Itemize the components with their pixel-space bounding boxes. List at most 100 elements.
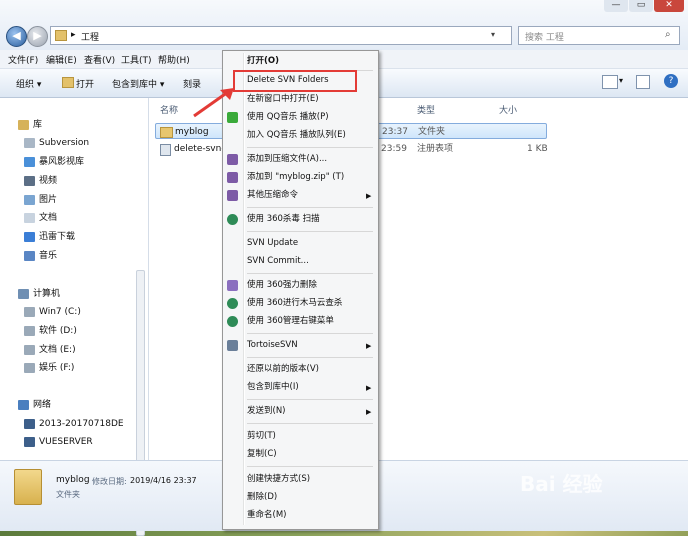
nav-item-storm[interactable]: 暴风影视库	[24, 155, 84, 169]
menu-svn-commit[interactable]: SVN Commit...	[247, 254, 309, 269]
view-options-icon[interactable]	[602, 75, 618, 89]
menu-view[interactable]: 查看(V)	[84, 53, 115, 66]
nav-item-music[interactable]: 音乐	[24, 249, 57, 263]
menu-include-library[interactable]: 包含到库中(I)	[247, 380, 299, 395]
360-shred-icon	[227, 280, 238, 291]
minimize-button[interactable]: —	[604, 0, 628, 12]
context-menu: 打开(O) Delete SVN Folders 在新窗口中打开(E) 使用 Q…	[222, 50, 379, 530]
submenu-arrow-icon: ▶	[366, 192, 372, 200]
menu-file[interactable]: 文件(F)	[8, 53, 38, 66]
nav-item-subversion[interactable]: Subversion	[24, 136, 89, 150]
preview-pane-icon[interactable]	[636, 75, 650, 89]
tortoise-svn-icon	[227, 340, 238, 351]
menu-tools[interactable]: 工具(T)	[121, 53, 152, 66]
menu-copy[interactable]: 复制(C)	[247, 447, 277, 462]
nav-drive-f[interactable]: 娱乐 (F:)	[24, 361, 74, 375]
view-dropdown-icon[interactable]: ▾	[619, 76, 623, 85]
search-icon: ⌕	[665, 29, 671, 40]
archive-icon	[227, 154, 238, 165]
folder-icon	[55, 30, 67, 41]
maximize-button[interactable]: ▭	[629, 0, 653, 12]
menu-open[interactable]: 打开(O)	[247, 54, 279, 69]
nav-drive-d[interactable]: 软件 (D:)	[24, 324, 77, 338]
menu-separator	[247, 147, 373, 148]
menu-edit[interactable]: 编辑(E)	[46, 53, 77, 66]
menu-other-compress[interactable]: 其他压缩命令	[247, 188, 298, 203]
menu-qq-queue[interactable]: 加入 QQ音乐 播放队列(E)	[247, 128, 346, 143]
file-time: 23:59	[381, 144, 407, 154]
details-name: myblog	[56, 475, 90, 485]
menu-rename[interactable]: 重命名(M)	[247, 508, 286, 523]
menu-360-scan[interactable]: 使用 360杀毒 扫描	[247, 212, 320, 227]
submenu-arrow-icon: ▶	[366, 384, 372, 392]
drive-icon	[24, 344, 35, 355]
file-time: 23:37	[382, 127, 408, 137]
library-icon	[18, 119, 29, 130]
nav-item-thunder[interactable]: 迅雷下载	[24, 230, 75, 244]
nav-item-video[interactable]: 视频	[24, 174, 57, 188]
pictures-icon	[24, 194, 35, 205]
menu-svn-update[interactable]: SVN Update	[247, 236, 298, 251]
menu-360-trojan-scan[interactable]: 使用 360进行木马云查杀	[247, 296, 342, 311]
menu-qq-play[interactable]: 使用 QQ音乐 播放(P)	[247, 110, 329, 125]
registry-file-icon	[160, 144, 171, 156]
360-manage-icon	[227, 316, 238, 327]
nav-network-host-2[interactable]: VUESERVER	[24, 435, 93, 449]
menu-separator	[247, 207, 373, 208]
address-path[interactable]: 工程	[81, 30, 99, 43]
menu-360-manage[interactable]: 使用 360管理右键菜单	[247, 314, 334, 329]
menu-delete[interactable]: 删除(D)	[247, 490, 277, 505]
address-arrow[interactable]: ▸	[71, 30, 76, 40]
menu-separator	[247, 423, 373, 424]
column-type[interactable]: 类型	[417, 103, 435, 116]
include-library-button[interactable]: 包含到库中 ▾	[112, 77, 164, 90]
menu-separator	[247, 466, 373, 467]
nav-item-pictures[interactable]: 图片	[24, 193, 57, 207]
column-name[interactable]: 名称	[160, 103, 178, 116]
forward-button[interactable]: ▶	[27, 26, 48, 47]
details-modified: 2019/4/16 23:37	[130, 476, 197, 485]
menu-open-new-window[interactable]: 在新窗口中打开(E)	[247, 92, 319, 107]
menu-add-zip[interactable]: 添加到 "myblog.zip" (T)	[247, 170, 344, 185]
nav-drive-e[interactable]: 文档 (E:)	[24, 343, 76, 357]
file-size: 1 KB	[527, 144, 548, 154]
computer-icon	[24, 436, 35, 447]
open-button[interactable]: 打开	[76, 77, 94, 90]
help-icon[interactable]: ?	[664, 74, 678, 88]
menu-cut[interactable]: 剪切(T)	[247, 429, 276, 444]
nav-network[interactable]: 网络	[18, 398, 51, 412]
menu-tortoise-svn[interactable]: TortoiseSVN	[247, 338, 298, 353]
archive-icon	[227, 172, 238, 183]
search-field[interactable]: 搜索 工程 ⌕	[518, 26, 680, 45]
video-library-icon	[24, 156, 35, 167]
close-button[interactable]: ✕	[654, 0, 684, 12]
network-icon	[18, 399, 29, 410]
nav-item-documents[interactable]: 文档	[24, 211, 57, 225]
folder-icon	[160, 127, 173, 138]
nav-drive-c[interactable]: Win7 (C:)	[24, 305, 81, 319]
music-icon	[24, 250, 35, 261]
nav-computer[interactable]: 计算机	[18, 287, 60, 301]
computer-icon	[24, 418, 35, 429]
details-type: 文件夹	[56, 490, 80, 499]
menu-send-to[interactable]: 发送到(N)	[247, 404, 286, 419]
back-button[interactable]: ◀	[6, 26, 27, 47]
file-type: 文件夹	[418, 127, 446, 137]
download-icon	[24, 231, 35, 242]
nav-library[interactable]: 库	[18, 118, 42, 132]
submenu-arrow-icon: ▶	[366, 342, 372, 350]
nav-network-host-1[interactable]: 2013-20170718DE	[24, 417, 124, 431]
navigation-pane: 库 Subversion 暴风影视库 视频 图片 文档 迅雷下载 音乐 计算机 …	[0, 98, 149, 536]
organize-button[interactable]: 组织 ▾	[16, 77, 41, 90]
annotation-arrow-icon	[193, 88, 234, 118]
menu-gutter	[243, 53, 245, 525]
menu-help[interactable]: 帮助(H)	[158, 53, 190, 66]
menu-restore-versions[interactable]: 还原以前的版本(V)	[247, 362, 319, 377]
column-size[interactable]: 大小	[499, 103, 517, 116]
address-field[interactable]: ▸ 工程 ▾	[50, 26, 512, 45]
menu-separator	[247, 357, 373, 358]
dropdown-icon[interactable]: ▾	[491, 30, 495, 39]
menu-create-shortcut[interactable]: 创建快捷方式(S)	[247, 472, 310, 487]
menu-add-archive[interactable]: 添加到压缩文件(A)...	[247, 152, 327, 167]
menu-360-force-delete[interactable]: 使用 360强力删除	[247, 278, 317, 293]
